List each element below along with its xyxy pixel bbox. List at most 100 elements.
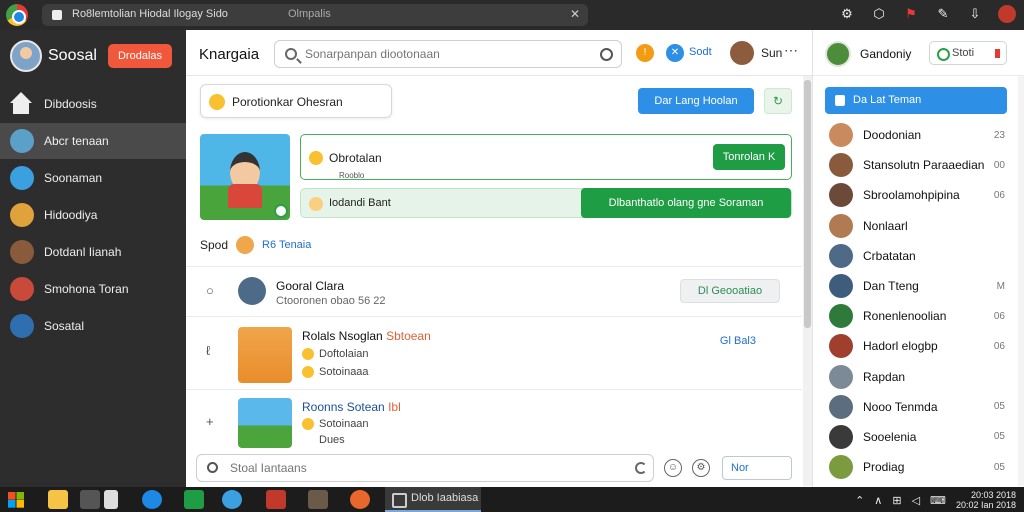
post-tag-button[interactable]: Dl Geooatiao bbox=[680, 279, 780, 303]
tab-favicon-icon bbox=[52, 10, 62, 20]
volume-icon[interactable]: ◁ bbox=[912, 494, 920, 507]
document-icon[interactable] bbox=[104, 490, 118, 509]
sidebar-item-4[interactable]: Dotdanl Iianah bbox=[0, 234, 186, 270]
friend-item[interactable]: Prodiag 05 bbox=[813, 452, 1024, 482]
clock-date: 20:02 Ian 2018 bbox=[955, 500, 1016, 510]
spreadsheet-icon[interactable] bbox=[184, 490, 204, 509]
list-item[interactable]: ○ Gooral Clara Ctooronen obao 56 22 Dl G… bbox=[186, 266, 802, 316]
chevron-up-icon[interactable]: ⌃ bbox=[855, 494, 864, 507]
search-icon bbox=[285, 48, 297, 60]
list-item[interactable]: ℓ Rolals Nsoglan Sbtoean Doftolaian Soto… bbox=[186, 316, 802, 389]
friend-item[interactable]: Nonlaarl bbox=[813, 211, 1024, 241]
friend-name: Ronenlenoolian bbox=[863, 309, 947, 324]
friend-name: Hadorl elogbp bbox=[863, 339, 938, 354]
friend-item[interactable]: Sooelenia 05 bbox=[813, 422, 1024, 452]
clock[interactable]: 20:03 2018 20:02 Ian 2018 bbox=[956, 490, 1016, 510]
sidebar-item-2[interactable]: Soonaman bbox=[0, 160, 186, 196]
tab-close-icon[interactable]: ✕ bbox=[570, 7, 580, 21]
sidebar-item-label: Sosatal bbox=[44, 319, 85, 333]
refresh-icon[interactable]: ↻ bbox=[764, 88, 792, 114]
friend-item[interactable]: Ronenlenoolian 06 bbox=[813, 301, 1024, 331]
friend-name: Rapdan bbox=[863, 369, 906, 384]
edit-icon[interactable]: ✎ bbox=[934, 5, 952, 23]
add-icon[interactable]: + bbox=[206, 414, 214, 429]
close-circle-icon[interactable]: ✕ bbox=[666, 44, 684, 62]
store-icon[interactable] bbox=[80, 490, 100, 509]
flag-icon[interactable]: ⚑ bbox=[902, 5, 920, 23]
more-options-icon[interactable]: ⋯ bbox=[784, 42, 798, 59]
ie-icon[interactable] bbox=[222, 490, 242, 509]
browser-logo-icon[interactable] bbox=[6, 4, 28, 26]
post-image[interactable] bbox=[238, 327, 292, 383]
feature-status-button[interactable]: Tonrolan K bbox=[713, 144, 785, 170]
search-bar[interactable] bbox=[274, 40, 622, 68]
friend-meta: 06 bbox=[993, 340, 1005, 352]
caret-icon[interactable]: ∧ bbox=[874, 494, 882, 507]
emoji-picker-icon[interactable]: ☺ bbox=[664, 459, 682, 477]
settings-icon[interactable]: ⚙ bbox=[838, 5, 856, 23]
brand-button[interactable]: Drodalas bbox=[108, 44, 172, 68]
network-icon[interactable]: ⊞ bbox=[892, 494, 901, 507]
header-user-avatar[interactable] bbox=[730, 41, 754, 65]
sidebar-item-label: Smohona Toran bbox=[44, 282, 129, 296]
right-user-name: Gandoniy bbox=[860, 47, 912, 61]
edge-icon[interactable] bbox=[142, 490, 162, 509]
profile-icon[interactable] bbox=[998, 5, 1016, 23]
sidebar-item-6[interactable]: Sosatal bbox=[0, 308, 186, 344]
friend-meta: 00 bbox=[993, 159, 1005, 171]
sidebar-item-home[interactable]: Dibdoosis bbox=[0, 86, 186, 122]
chat-bar[interactable] bbox=[196, 454, 654, 482]
firefox-icon[interactable] bbox=[350, 490, 370, 509]
friend-item[interactable]: Nooo Tenmda 05 bbox=[813, 392, 1024, 422]
keyboard-icon[interactable]: ⌨ bbox=[930, 494, 946, 507]
radio-icon[interactable]: ○ bbox=[206, 283, 214, 298]
add-friend-button[interactable]: Da Lat Teman bbox=[825, 87, 1007, 114]
friend-item[interactable]: Dan Tteng M bbox=[813, 271, 1024, 301]
settings-icon[interactable]: ⚙ bbox=[692, 459, 710, 477]
friend-item[interactable]: Doodonian 23 bbox=[813, 120, 1024, 150]
compose-chip[interactable]: Porotionkar Ohesran bbox=[200, 84, 392, 118]
suggestion-link[interactable]: R6 Tenaia bbox=[262, 239, 311, 251]
shield-icon[interactable]: ⬡ bbox=[870, 5, 888, 23]
scrollbar-thumb[interactable] bbox=[804, 80, 811, 328]
avatar bbox=[236, 236, 255, 254]
avatar[interactable] bbox=[825, 41, 851, 67]
right-scrollbar[interactable] bbox=[1018, 76, 1024, 486]
list-item[interactable]: + Roonns Sotean Ibl Sotoinaan Dues bbox=[186, 389, 802, 453]
post-line-2: Sotoinaaa bbox=[302, 366, 369, 379]
send-button[interactable]: Nor bbox=[722, 456, 792, 480]
explorer-icon[interactable] bbox=[48, 490, 68, 509]
chat-input[interactable] bbox=[230, 460, 610, 476]
post-image[interactable] bbox=[238, 398, 292, 448]
right-sidebar: Gandoniy Stoti Da Lat Teman Doodonian 23 S… bbox=[812, 30, 1024, 487]
taskbar-active-window[interactable]: Dlob Iaabiasa bbox=[385, 487, 481, 512]
friend-item[interactable]: Hadorl elogbp 06 bbox=[813, 331, 1024, 361]
link-icon[interactable]: ℓ bbox=[206, 343, 210, 358]
friend-item[interactable]: Stansolutn Paraaedian 00 bbox=[813, 150, 1024, 180]
sidebar-item-1[interactable]: Abcr tenaan bbox=[0, 123, 186, 159]
sidebar-item-5[interactable]: Smohona Toran bbox=[0, 271, 186, 307]
post-tag[interactable]: Gl Bal3 bbox=[720, 335, 756, 347]
browser-tab[interactable]: Ro8lemtolian Hiodal Ilogay Sido Olmpalis… bbox=[42, 4, 588, 26]
download-icon[interactable]: ⇩ bbox=[966, 5, 984, 23]
friend-item[interactable]: Rapdan bbox=[813, 362, 1024, 392]
avatar bbox=[829, 424, 853, 449]
header-user-label: Sun bbox=[761, 46, 783, 60]
sidebar-item-3[interactable]: Hidoodiya bbox=[0, 197, 186, 233]
primary-button[interactable]: Dar Lang Hoolan bbox=[638, 88, 754, 114]
brand[interactable]: Soosal bbox=[10, 40, 97, 72]
search-input[interactable] bbox=[305, 45, 585, 63]
avatar bbox=[829, 123, 853, 148]
feature-action-button[interactable]: Dlbanthatlo olang gne Soraman bbox=[581, 188, 791, 218]
voice-icon[interactable] bbox=[600, 48, 613, 61]
terminal-icon[interactable] bbox=[308, 490, 328, 509]
refresh-icon[interactable] bbox=[635, 462, 647, 474]
notification-icon[interactable]: ! bbox=[636, 44, 654, 62]
friend-item[interactable]: Sbroolamohpipina 06 bbox=[813, 180, 1024, 210]
right-search-button[interactable]: Stoti bbox=[929, 41, 1007, 65]
main-scrollbar[interactable] bbox=[803, 76, 812, 486]
friend-item[interactable]: Crbatatan bbox=[813, 241, 1024, 271]
header-action-label[interactable]: Sodt bbox=[689, 46, 712, 58]
gallery-icon[interactable] bbox=[266, 490, 286, 509]
start-icon[interactable] bbox=[6, 490, 26, 509]
